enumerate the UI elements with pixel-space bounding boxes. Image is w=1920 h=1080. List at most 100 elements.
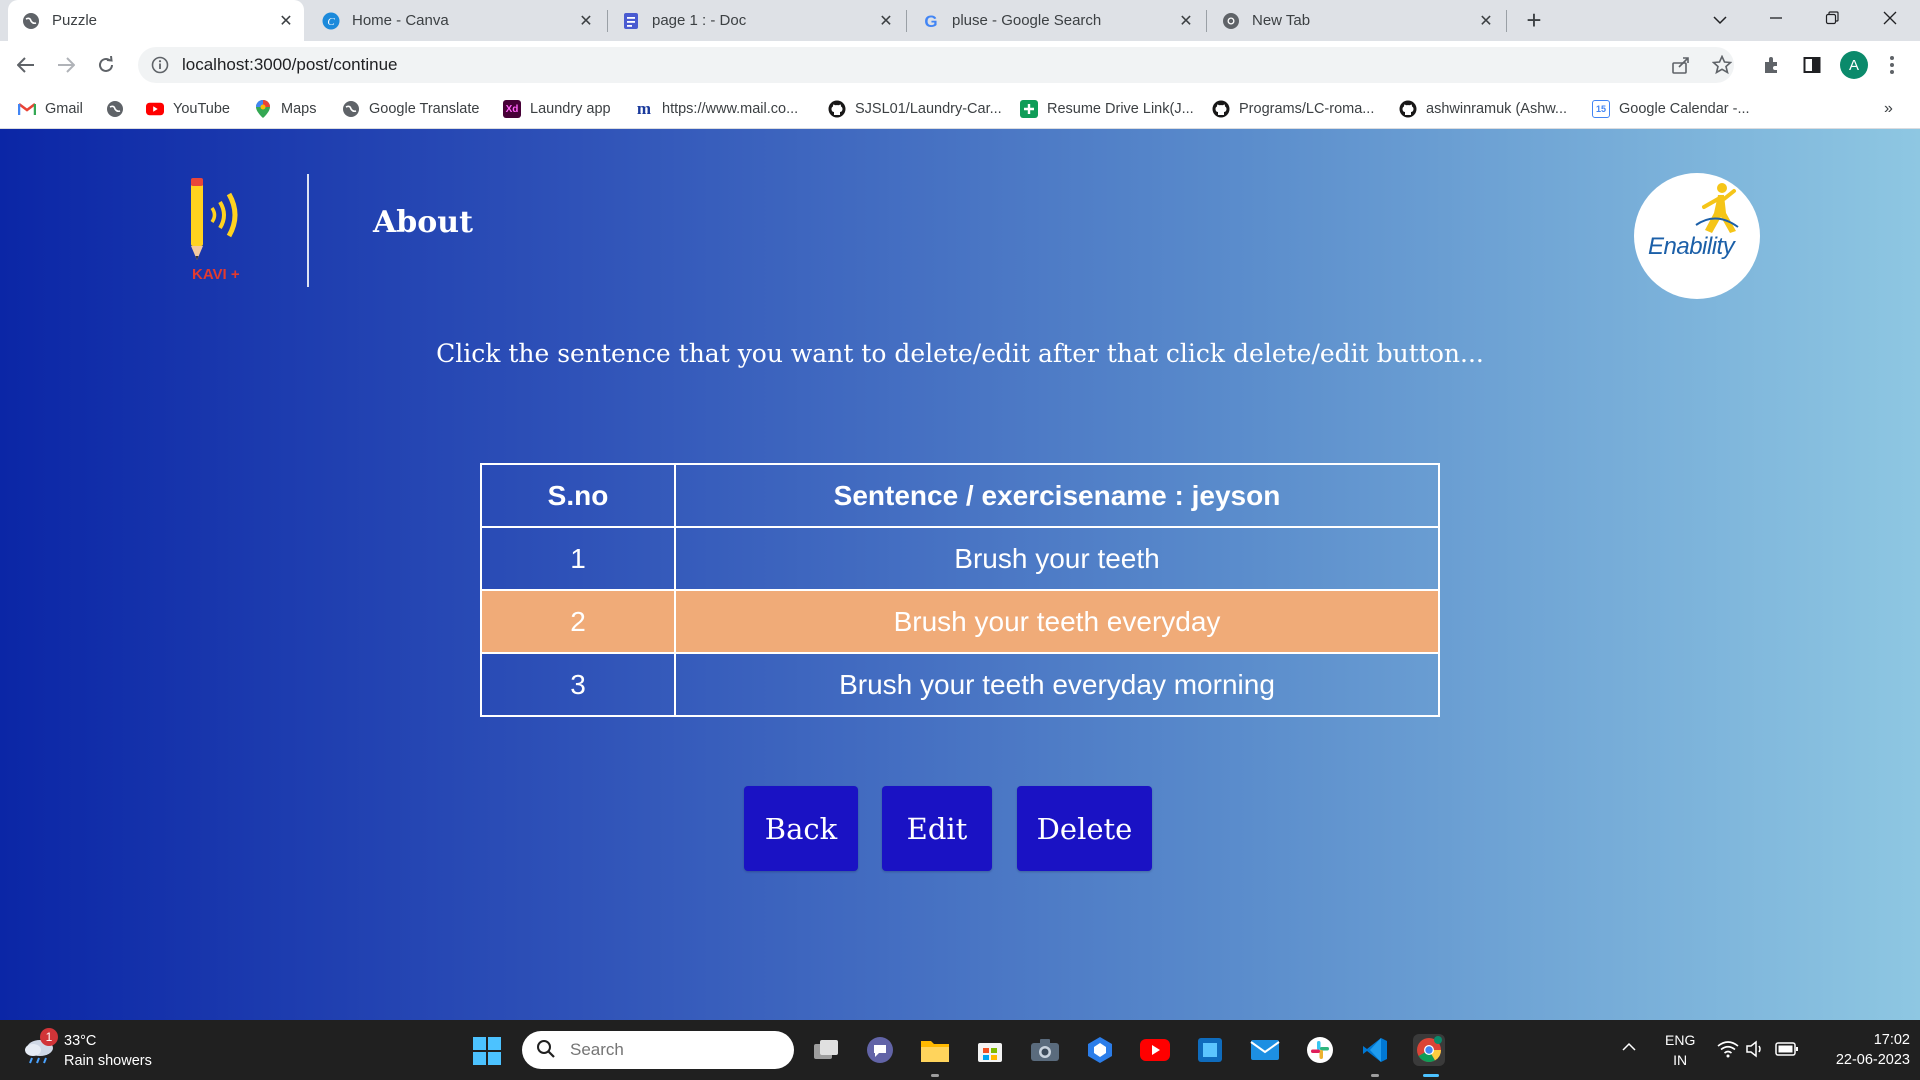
more-menu-icon[interactable] — [1880, 53, 1904, 77]
back-arrow-icon[interactable] — [10, 49, 42, 81]
microsoft-store-icon[interactable] — [974, 1034, 1006, 1066]
bookmark-label: Resume Drive Link(J... — [1047, 101, 1194, 117]
bookmark-maps[interactable]: Maps — [254, 97, 316, 121]
windows-taskbar: 1 33°C Rain showers Search ENG IN 17:02 … — [0, 1020, 1920, 1080]
bookmark-github-programs[interactable]: Programs/LC-roma... — [1212, 97, 1374, 121]
bookmark-globe[interactable] — [106, 97, 133, 121]
row-sentence[interactable]: Brush your teeth — [674, 526, 1440, 591]
bookmark-google-calendar[interactable]: 15 Google Calendar -... — [1592, 97, 1750, 121]
side-panel-icon[interactable] — [1800, 53, 1824, 77]
gmail-icon — [18, 100, 36, 118]
table-row-selected[interactable]: 2 Brush your teeth everyday — [480, 589, 1440, 654]
mail-m-icon: m — [635, 99, 653, 118]
row-sno[interactable]: 3 — [480, 652, 676, 717]
bookmarks-overflow-icon[interactable]: » — [1884, 97, 1893, 121]
windows-start-icon[interactable] — [472, 1036, 502, 1066]
tab-google-search[interactable]: G pluse - Google Search ✕ — [908, 0, 1204, 41]
extensions-icon[interactable] — [1760, 53, 1784, 77]
taskbar-search-input[interactable] — [568, 1039, 772, 1061]
chrome-taskbar-icon[interactable] — [1413, 1034, 1445, 1066]
row-sentence[interactable]: Brush your teeth everyday — [674, 589, 1440, 654]
battery-icon[interactable] — [1775, 1041, 1799, 1080]
weather-alert-badge: 1 — [40, 1028, 58, 1046]
table-row[interactable]: 1 Brush your teeth — [480, 526, 1440, 591]
canva-icon: C — [322, 12, 340, 30]
bookmark-label: Programs/LC-roma... — [1239, 101, 1375, 117]
clock-time: 17:02 — [1873, 1032, 1910, 1048]
tab-puzzle[interactable]: Puzzle ✕ — [8, 0, 304, 41]
taskbar-search[interactable] — [522, 1031, 794, 1069]
delete-button[interactable]: Delete — [1017, 786, 1152, 871]
task-view-icon[interactable] — [810, 1034, 842, 1066]
back-button[interactable]: Back — [744, 786, 858, 871]
close-tab-icon[interactable]: ✕ — [1176, 11, 1196, 31]
close-tab-icon[interactable]: ✕ — [276, 11, 296, 31]
address-bar[interactable] — [138, 47, 1734, 83]
minimize-icon[interactable] — [1748, 0, 1804, 41]
clock[interactable]: 17:02 22-06-2023 — [1800, 1030, 1910, 1070]
row-sentence[interactable]: Brush your teeth everyday morning — [674, 652, 1440, 717]
slack-icon[interactable] — [1304, 1034, 1336, 1066]
column-header-sentence: Sentence / exercisename : jeyson — [674, 463, 1440, 528]
share-icon[interactable] — [1669, 53, 1693, 77]
tab-search-icon[interactable] — [1692, 0, 1748, 41]
xd-icon: Xd — [503, 100, 521, 118]
logo-text: KAVI + — [192, 266, 240, 283]
sheets-icon — [1020, 100, 1038, 118]
bookmark-label: Google Translate — [369, 101, 480, 117]
forward-arrow-icon[interactable] — [50, 49, 82, 81]
vscode-icon[interactable] — [1359, 1034, 1391, 1066]
bookmark-label: YouTube — [173, 101, 230, 117]
bookmark-gmail[interactable]: Gmail — [18, 97, 83, 121]
bookmark-laundry-app[interactable]: Xd Laundry app — [503, 97, 611, 121]
teams-chat-icon[interactable] — [864, 1034, 896, 1066]
tab-new-tab[interactable]: New Tab ✕ — [1208, 0, 1504, 41]
site-info-icon[interactable] — [150, 55, 170, 75]
page-content: KAVI + About Enability Click the sentenc… — [0, 129, 1920, 1020]
url-input[interactable] — [180, 54, 1584, 76]
file-explorer-icon[interactable] — [919, 1034, 951, 1066]
tab-doc[interactable]: page 1 : - Doc ✕ — [608, 0, 904, 41]
youtube-app-icon[interactable] — [1139, 1034, 1171, 1066]
show-hidden-icons-icon[interactable] — [1622, 1040, 1636, 1080]
reload-icon[interactable] — [90, 49, 122, 81]
close-tab-icon[interactable]: ✕ — [576, 11, 596, 31]
bookmark-resume-drive[interactable]: Resume Drive Link(J... — [1020, 97, 1194, 121]
google-icon: G — [922, 12, 940, 30]
bookmark-github-ashwin[interactable]: ashwinramuk (Ashw... — [1399, 97, 1567, 121]
nav-about-link[interactable]: About — [373, 205, 473, 240]
language-indicator[interactable]: ENG IN — [1665, 1030, 1695, 1080]
close-window-icon[interactable] — [1862, 0, 1918, 41]
edit-button[interactable]: Edit — [882, 786, 992, 871]
camera-icon[interactable] — [1029, 1034, 1061, 1066]
bookmark-label: Maps — [281, 101, 317, 117]
doc-icon — [622, 12, 640, 30]
tab-canva[interactable]: C Home - Canva ✕ — [308, 0, 604, 41]
row-sno[interactable]: 2 — [480, 589, 676, 654]
office-app-icon[interactable] — [1194, 1034, 1226, 1066]
close-tab-icon[interactable]: ✕ — [876, 11, 896, 31]
close-tab-icon[interactable]: ✕ — [1476, 11, 1496, 31]
enability-logo[interactable]: Enability — [1634, 173, 1760, 299]
bookmark-google-translate[interactable]: Google Translate — [342, 97, 479, 121]
bookmark-star-icon[interactable] — [1710, 53, 1734, 77]
table-row[interactable]: 3 Brush your teeth everyday morning — [480, 652, 1440, 717]
new-tab-button[interactable]: + — [1520, 6, 1548, 34]
profile-avatar[interactable]: A — [1840, 51, 1868, 79]
mail-icon[interactable] — [1249, 1034, 1281, 1066]
kavi-logo[interactable]: KAVI + — [180, 174, 260, 284]
globe-icon — [22, 12, 40, 30]
bookmark-youtube[interactable]: YouTube — [146, 97, 230, 121]
bookmark-mail[interactable]: m https://www.mail.co... — [635, 97, 798, 121]
restore-icon[interactable] — [1804, 0, 1860, 41]
wifi-icon[interactable] — [1717, 1040, 1739, 1080]
row-sno[interactable]: 1 — [480, 526, 676, 591]
volume-icon[interactable] — [1745, 1040, 1765, 1080]
sentences-table: S.no Sentence / exercisename : jeyson 1 … — [480, 463, 1440, 717]
weather-widget[interactable]: 1 33°C Rain showers — [22, 1028, 222, 1072]
language-top: ENG — [1665, 1032, 1696, 1048]
running-indicator — [931, 1074, 939, 1077]
bookmark-github-laundry[interactable]: SJSL01/Laundry-Car... — [828, 97, 1002, 121]
bing-copilot-icon[interactable] — [1084, 1034, 1116, 1066]
tab-divider — [906, 10, 907, 32]
